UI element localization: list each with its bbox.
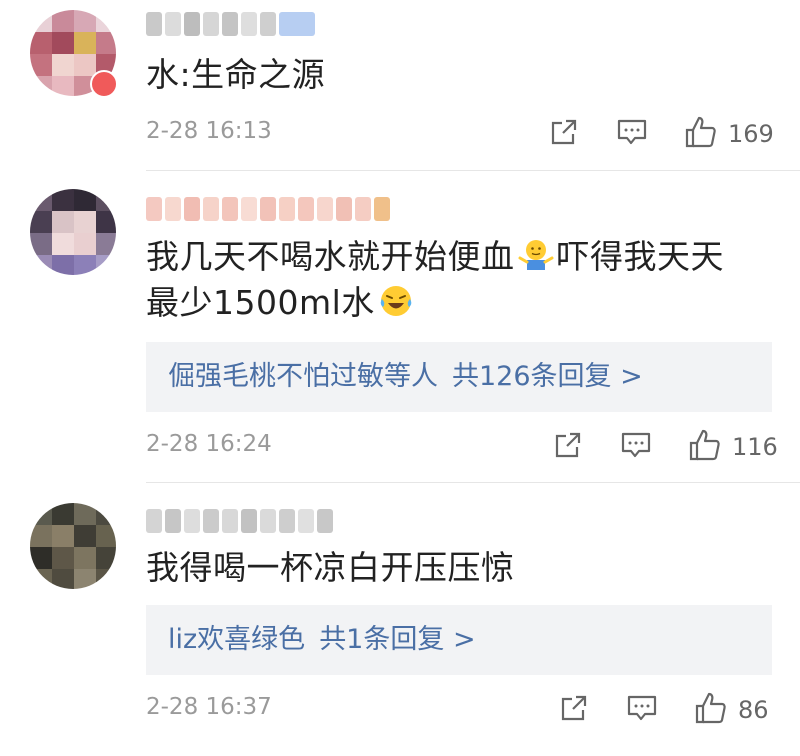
like-count: 169 xyxy=(728,120,774,148)
like-button[interactable]: 116 xyxy=(688,427,778,467)
comment-meta: 2-28 16:24 116 xyxy=(146,427,778,467)
comment-icon[interactable] xyxy=(624,690,660,726)
like-icon xyxy=(684,115,718,153)
comment-item: 水:生命之源 2-28 16:13 169 xyxy=(0,0,800,170)
verified-badge-icon xyxy=(90,70,118,98)
timestamp: 2-28 16:24 xyxy=(146,431,272,457)
shrug-emoji-icon xyxy=(517,236,555,274)
comment-text: 水:生命之源 xyxy=(146,55,326,94)
comment-item: 我几天不喝水就开始便血 吓得我天天 最少1500ml水 倔强毛桃不怕过敏等人 共12… xyxy=(0,171,800,481)
reply-count-link[interactable]: 共1条回复 > xyxy=(319,624,475,655)
comment-meta: 2-28 16:13 169 xyxy=(146,114,776,154)
vip-tag xyxy=(279,12,315,36)
username-blurred[interactable] xyxy=(146,12,315,40)
username-blurred[interactable] xyxy=(146,197,390,225)
like-button[interactable]: 169 xyxy=(684,114,774,154)
reply-names: liz欢喜绿色 xyxy=(168,624,306,655)
avatar[interactable] xyxy=(30,189,116,275)
reply-preview[interactable]: 倔强毛桃不怕过敏等人 共126条回复 > xyxy=(146,342,772,412)
like-count: 116 xyxy=(732,433,778,461)
like-icon xyxy=(688,428,722,466)
timestamp: 2-28 16:37 xyxy=(146,694,272,720)
share-icon[interactable] xyxy=(550,427,586,463)
like-button[interactable]: 86 xyxy=(694,690,769,730)
like-icon xyxy=(694,691,728,729)
comment-text: 我几天不喝水就开始便血 吓得我天天 最少1500ml水 xyxy=(146,236,724,322)
comment-icon[interactable] xyxy=(618,427,654,463)
share-icon[interactable] xyxy=(546,114,582,150)
username-blurred[interactable] xyxy=(146,509,333,537)
reply-names: 倔强毛桃不怕过敏等人 xyxy=(168,361,438,392)
comment-item: 我得喝一杯凉白开压压惊 liz欢喜绿色 共1条回复 > 2-28 16:37 86 xyxy=(0,483,800,756)
reply-count-link[interactable]: 共126条回复 > xyxy=(452,361,643,392)
share-icon[interactable] xyxy=(556,690,592,726)
comment-icon[interactable] xyxy=(614,114,650,150)
reply-preview[interactable]: liz欢喜绿色 共1条回复 > xyxy=(146,605,772,675)
avatar[interactable] xyxy=(30,503,116,589)
comment-list: 水:生命之源 2-28 16:13 169 我几天不喝水就开始便血 吓得我天天 … xyxy=(0,0,800,756)
timestamp: 2-28 16:13 xyxy=(146,118,272,144)
comment-text: 我得喝一杯凉白开压压惊 xyxy=(146,548,515,587)
like-count: 86 xyxy=(738,696,769,724)
comment-meta: 2-28 16:37 86 xyxy=(146,690,776,730)
laugh-cry-emoji-icon xyxy=(377,282,415,320)
